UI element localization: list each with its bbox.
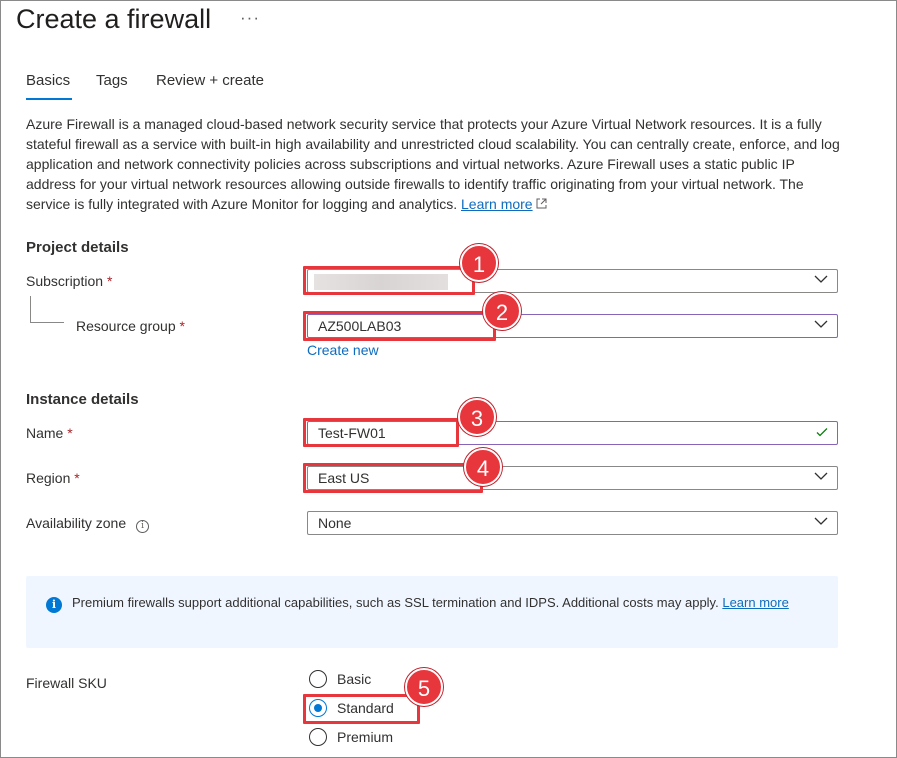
instance-details-heading: Instance details <box>26 391 139 408</box>
learn-more-link[interactable]: Learn more <box>461 196 533 212</box>
annotation-badge-5: 5 <box>405 668 443 706</box>
region-label-text: Region <box>26 470 71 486</box>
premium-info-text: Premium firewalls support additional cap… <box>72 594 812 611</box>
annotation-badge-1: 1 <box>460 244 498 282</box>
premium-info-banner <box>26 576 838 648</box>
required-marker: * <box>67 425 73 441</box>
availability-zone-dropdown[interactable]: None <box>307 511 838 535</box>
sku-basic-label[interactable]: Basic <box>337 671 371 687</box>
chevron-down-icon <box>814 472 828 480</box>
tree-connector-horizontal <box>30 322 64 323</box>
highlight-box-region <box>303 463 483 493</box>
premium-info-message: Premium firewalls support additional cap… <box>72 595 719 610</box>
premium-learn-more-link[interactable]: Learn more <box>722 595 788 610</box>
availability-zone-value: None <box>318 515 352 531</box>
region-label: Region * <box>26 470 80 486</box>
firewall-description: Azure Firewall is a managed cloud-based … <box>26 114 842 216</box>
info-filled-icon: i <box>46 597 62 613</box>
firewall-sku-label: Firewall SKU <box>26 675 107 691</box>
tab-basics[interactable]: Basics <box>26 72 70 89</box>
name-label-text: Name <box>26 425 64 441</box>
highlight-box-name <box>303 418 459 447</box>
info-icon[interactable]: i <box>136 520 150 533</box>
subscription-label-text: Subscription <box>26 273 104 289</box>
page-title: Create a firewall <box>16 4 212 34</box>
highlight-box-resource-group <box>303 311 496 341</box>
availability-zone-label: Availability zone i <box>26 515 150 533</box>
resource-group-label: Resource group * <box>76 318 185 334</box>
project-details-heading: Project details <box>26 239 129 256</box>
highlight-box-sku <box>303 694 420 724</box>
sku-basic-radio[interactable] <box>309 670 327 688</box>
required-marker: * <box>106 273 113 289</box>
description-text: Azure Firewall is a managed cloud-based … <box>26 116 840 212</box>
required-marker: * <box>179 318 185 334</box>
availability-zone-label-text: Availability zone <box>26 515 127 531</box>
sku-premium-label[interactable]: Premium <box>337 729 393 745</box>
chevron-down-icon <box>814 275 828 283</box>
chevron-down-icon <box>814 517 828 525</box>
highlight-box-subscription <box>303 266 475 295</box>
external-link-icon <box>536 198 547 212</box>
active-tab-indicator <box>26 98 72 100</box>
create-new-link[interactable]: Create new <box>307 342 379 358</box>
annotation-badge-3: 3 <box>458 398 496 436</box>
checkmark-icon <box>816 428 828 437</box>
name-label: Name * <box>26 425 73 441</box>
subscription-label: Subscription * <box>26 273 112 289</box>
tree-connector-vertical <box>30 296 31 322</box>
annotation-badge-2: 2 <box>483 292 521 330</box>
tab-review-create[interactable]: Review + create <box>156 72 264 89</box>
more-options-button[interactable]: ··· <box>240 8 260 28</box>
chevron-down-icon <box>814 320 828 328</box>
resource-group-label-text: Resource group <box>76 318 176 334</box>
sku-premium-radio[interactable] <box>309 728 327 746</box>
required-marker: * <box>74 470 80 486</box>
tab-tags[interactable]: Tags <box>96 72 128 89</box>
annotation-badge-4: 4 <box>464 448 502 486</box>
